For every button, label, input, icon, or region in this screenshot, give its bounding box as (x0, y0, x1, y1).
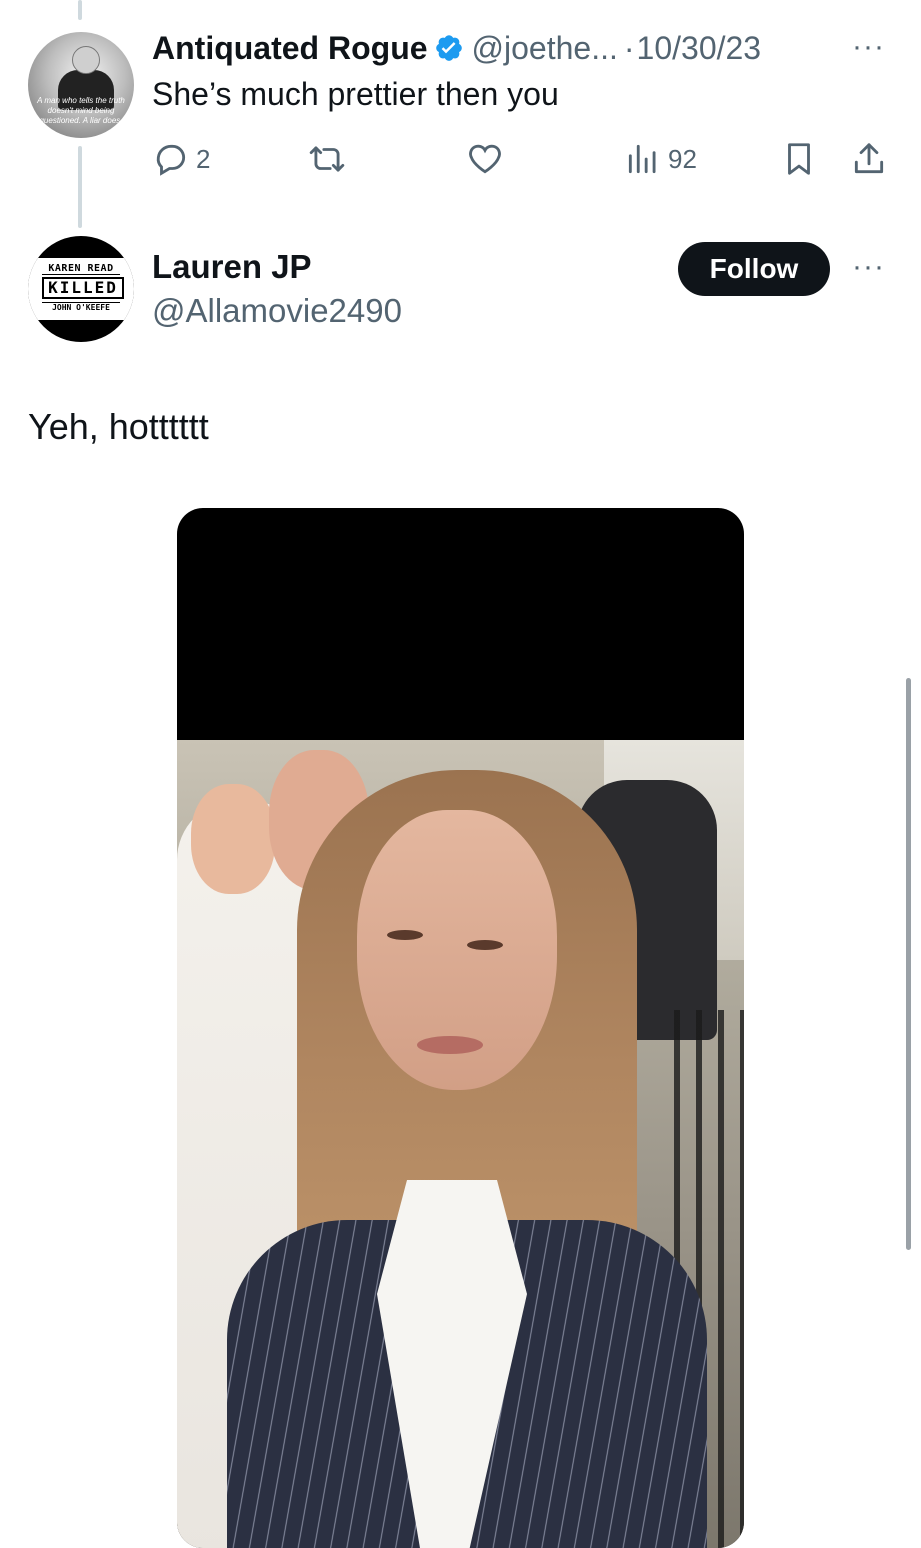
share-button[interactable] (850, 136, 888, 182)
follow-button[interactable]: Follow (678, 242, 830, 296)
avatar-badge-line1: KAREN READ (42, 263, 120, 275)
reply-more-icon[interactable]: ··· (852, 30, 885, 64)
share-icon (854, 143, 884, 174)
tweet-media-image[interactable] (177, 508, 744, 1548)
main-more-icon[interactable]: ··· (852, 250, 885, 284)
reply-separator: · (623, 29, 635, 66)
photo-content (177, 740, 744, 1548)
verified-badge-icon (434, 33, 464, 63)
views-chart-icon (628, 144, 656, 174)
views-count: 92 (668, 143, 697, 174)
bookmark-icon (788, 143, 810, 175)
avatar-antiquated-rogue[interactable]: A man who tells the truth doesn't mind b… (28, 32, 134, 138)
main-tweet-text: Yeh, hotttttt (28, 406, 209, 447)
retweet-icon (309, 146, 345, 172)
avatar-head (72, 46, 100, 74)
main-display-name[interactable]: Lauren JP (152, 248, 312, 286)
reply-action-bar: 2 92 (152, 136, 892, 182)
retweet-button[interactable] (308, 136, 352, 182)
views-button[interactable]: 92 (624, 136, 697, 182)
reply-tweet-text: She’s much prettier then you (152, 76, 559, 112)
reply-button[interactable]: 2 (152, 136, 210, 182)
avatar-caption: A man who tells the truth doesn't mind b… (37, 96, 125, 125)
like-button[interactable] (466, 136, 510, 182)
reply-date[interactable]: 10/30/23 (637, 30, 762, 67)
photo-subject-lips (417, 1036, 483, 1054)
photo-subject-eye-right (467, 940, 503, 950)
reply-count: 2 (196, 143, 211, 174)
avatar-badge-line3: JOHN O'KEEFE (42, 302, 120, 312)
scrollbar[interactable] (906, 678, 911, 1250)
photo-subject-eye-left (387, 930, 423, 940)
main-handle[interactable]: @Allamovie2490 (152, 292, 402, 330)
bookmark-button[interactable] (780, 136, 818, 182)
avatar-badge-line2: KILLED (42, 277, 124, 299)
avatar-lauren-jp[interactable]: KAREN READ KILLED JOHN O'KEEFE (28, 236, 134, 342)
photo-person-left-head (191, 784, 275, 894)
reply-icon (156, 144, 186, 176)
reply-display-name[interactable]: Antiquated Rogue (152, 30, 428, 67)
thread-line-connector (78, 146, 82, 228)
reply-tweet-header: Antiquated Rogue @joethe... · 10/30/23 (152, 26, 761, 70)
thread-line-top (78, 0, 82, 20)
heart-icon (469, 144, 501, 174)
reply-handle[interactable]: @joethe... (472, 30, 618, 67)
